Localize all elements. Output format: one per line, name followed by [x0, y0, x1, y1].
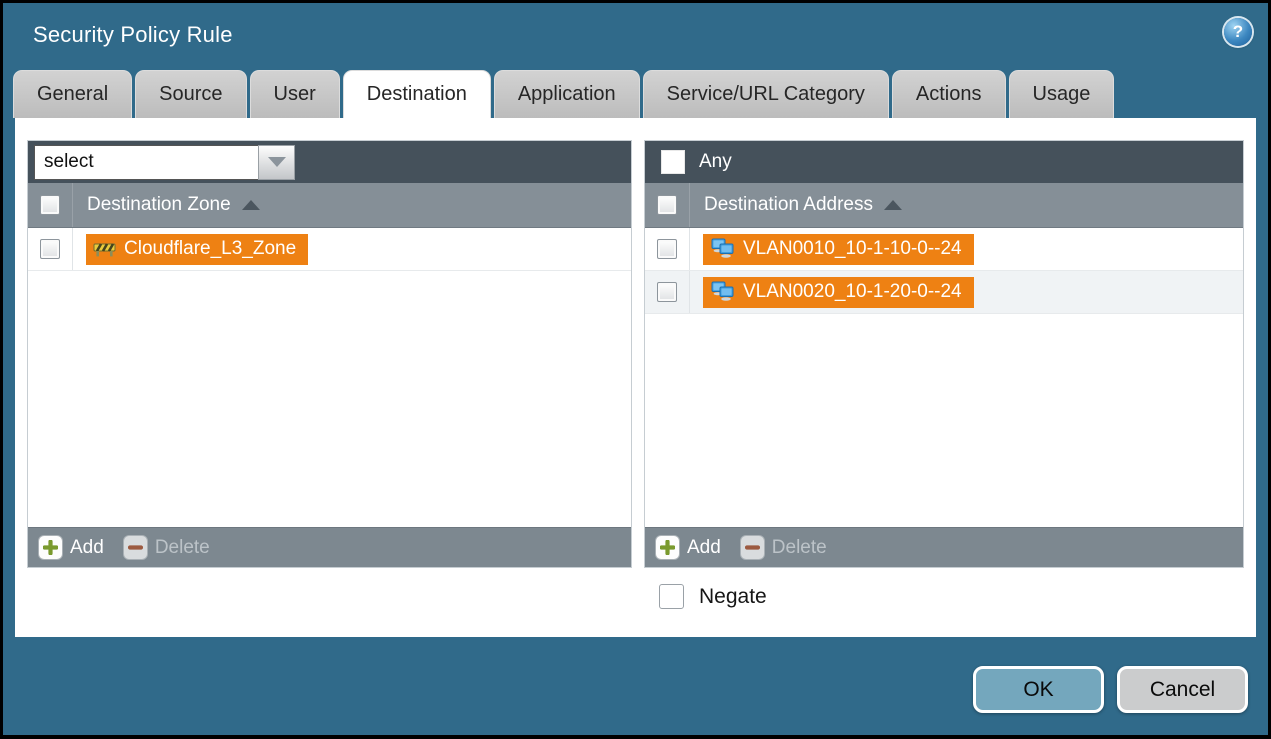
address-chip[interactable]: VLAN0010_10-1-10-0--24: [703, 234, 974, 265]
zone-panel-toolbar: [28, 141, 631, 183]
zone-column-header[interactable]: Destination Zone: [28, 183, 631, 228]
dialog-action-buttons: OK Cancel: [973, 666, 1248, 713]
plus-icon: [39, 536, 62, 559]
address-name: VLAN0010_10-1-10-0--24: [743, 238, 962, 260]
address-list: VLAN0010_10-1-10-0--24: [645, 228, 1243, 527]
address-column-header[interactable]: Destination Address: [645, 183, 1243, 228]
address-select-all-cell: [645, 183, 690, 227]
row-checkbox[interactable]: [657, 282, 677, 302]
negate-checkbox[interactable]: [659, 584, 684, 609]
zone-select-input[interactable]: [34, 145, 258, 180]
help-icon[interactable]: ?: [1224, 18, 1252, 46]
row-checkbox[interactable]: [40, 239, 60, 259]
address-icon: [710, 238, 735, 259]
zone-select-dropdown[interactable]: [34, 145, 295, 180]
row-checkbox-cell: [28, 228, 73, 270]
dialog-title: Security Policy Rule: [33, 22, 233, 48]
add-label: Add: [70, 537, 104, 559]
tab-destination[interactable]: Destination: [343, 70, 491, 118]
add-address-button[interactable]: Add: [656, 536, 721, 559]
destination-zone-panel: Destination Zone: [27, 140, 632, 568]
zone-select-dropdown-button[interactable]: [258, 145, 295, 180]
destination-tab-content: Destination Zone: [15, 118, 1256, 637]
zone-select-all-cell: [28, 183, 73, 227]
negate-label: Negate: [699, 585, 767, 609]
delete-label: Delete: [155, 537, 210, 559]
ok-button[interactable]: OK: [973, 666, 1104, 713]
address-chip[interactable]: VLAN0020_10-1-20-0--24: [703, 277, 974, 308]
tab-usage[interactable]: Usage: [1009, 70, 1115, 118]
plus-icon: [656, 536, 679, 559]
tab-bar: General Source User Destination Applicat…: [3, 70, 1268, 118]
zone-panel-footer: Add Delete: [28, 527, 631, 567]
table-row[interactable]: VLAN0010_10-1-10-0--24: [645, 228, 1243, 271]
tab-source[interactable]: Source: [135, 70, 246, 118]
zone-icon: [93, 240, 116, 257]
sort-ascending-icon: [242, 200, 260, 210]
address-name: VLAN0020_10-1-20-0--24: [743, 281, 962, 303]
any-label: Any: [699, 151, 732, 173]
zone-name: Cloudflare_L3_Zone: [124, 238, 296, 260]
delete-label: Delete: [772, 537, 827, 559]
table-row[interactable]: VLAN0020_10-1-20-0--24: [645, 271, 1243, 314]
row-checkbox[interactable]: [657, 239, 677, 259]
zone-chip[interactable]: Cloudflare_L3_Zone: [86, 234, 308, 265]
tab-actions[interactable]: Actions: [892, 70, 1006, 118]
address-panel-toolbar: Any: [645, 141, 1243, 183]
zone-column-label: Destination Zone: [87, 194, 231, 216]
tab-general[interactable]: General: [13, 70, 132, 118]
destination-address-panel: Any Destination Address: [644, 140, 1244, 568]
sort-ascending-icon: [884, 200, 902, 210]
add-zone-button[interactable]: Add: [39, 536, 104, 559]
cancel-button[interactable]: Cancel: [1117, 666, 1248, 713]
any-checkbox[interactable]: [661, 150, 685, 174]
negate-option: Negate: [659, 584, 767, 609]
minus-icon: [741, 536, 764, 559]
address-icon: [710, 281, 735, 302]
zone-list: Cloudflare_L3_Zone: [28, 228, 631, 527]
security-policy-rule-dialog: Security Policy Rule ? General Source Us…: [3, 3, 1268, 735]
title-bar: Security Policy Rule ?: [3, 3, 1268, 70]
chevron-down-icon: [268, 157, 286, 167]
tab-application[interactable]: Application: [494, 70, 640, 118]
tab-user[interactable]: User: [250, 70, 340, 118]
add-label: Add: [687, 537, 721, 559]
minus-icon: [124, 536, 147, 559]
tab-service-url-category[interactable]: Service/URL Category: [643, 70, 889, 118]
delete-address-button[interactable]: Delete: [741, 536, 827, 559]
address-select-all-checkbox[interactable]: [657, 195, 677, 215]
delete-zone-button[interactable]: Delete: [124, 536, 210, 559]
row-checkbox-cell: [645, 228, 690, 270]
zone-select-all-checkbox[interactable]: [40, 195, 60, 215]
row-checkbox-cell: [645, 271, 690, 313]
table-row[interactable]: Cloudflare_L3_Zone: [28, 228, 631, 271]
address-panel-footer: Add Delete: [645, 527, 1243, 567]
address-column-label: Destination Address: [704, 194, 873, 216]
